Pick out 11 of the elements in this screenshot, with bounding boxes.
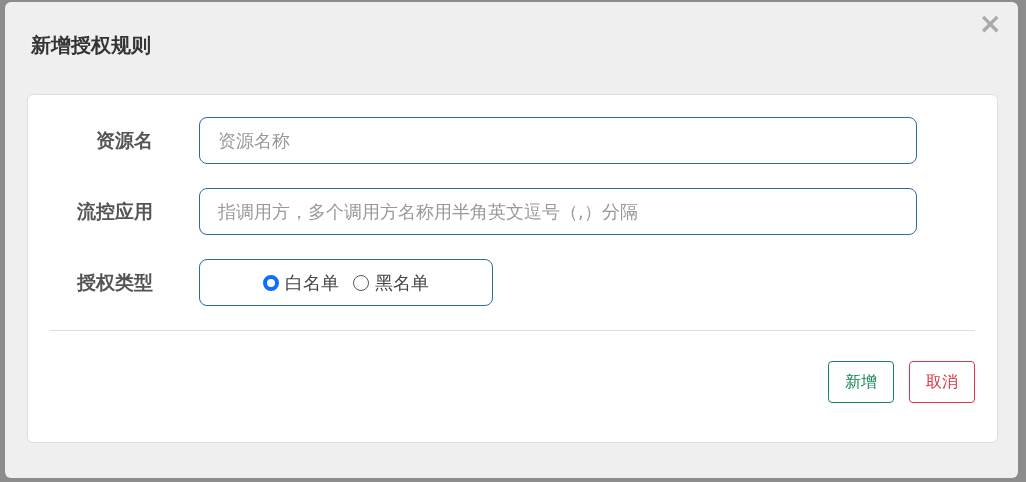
input-field[interactable]: 指调用方，多个调用方名称用半角英文逗号（,）分隔 <box>199 188 917 235</box>
field-label: 流控应用 <box>76 199 153 225</box>
dialog-title: 新增授权规则 <box>31 32 152 59</box>
cancel-button[interactable]: 取消 <box>909 361 975 403</box>
radio-label[interactable]: 白名单 <box>285 269 339 296</box>
add-button[interactable]: 新增 <box>828 361 894 403</box>
input-field[interactable]: 资源名称 <box>199 117 917 164</box>
radio-label[interactable]: 黑名单 <box>375 269 429 296</box>
field-label: 资源名 <box>95 128 153 154</box>
radio-button[interactable] <box>263 274 279 291</box>
field-label: 授权类型 <box>75 270 153 296</box>
